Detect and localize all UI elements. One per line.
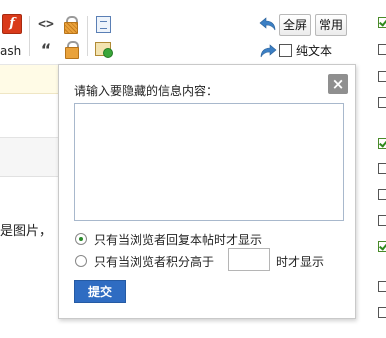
reply-required-label: 只有当浏览者回复本帖时才显示 [94,233,263,247]
code-icon[interactable]: <> [37,15,55,33]
submit-button[interactable]: 提交 [74,280,126,303]
option-checkbox[interactable] [378,97,386,108]
points-required-suffix: 时才显示 [276,255,325,269]
hidden-content-input[interactable] [74,103,344,221]
hide-content-dialog: 请输入要隐藏的信息内容： × 只有当浏览者回复本帖时才显示 只有当浏览者积分高于… [58,64,356,319]
undo-arrow-icon[interactable] [259,17,277,31]
points-threshold-input[interactable] [228,248,270,271]
option-checkbox[interactable] [378,44,386,55]
reply-required-radio[interactable] [75,233,87,245]
editor-screen: f ash <> “ 全屏 常用 纯文本 是图片， 请输入要隐藏的信息内容： ×… [0,0,386,338]
dialog-title: 请输入要隐藏的信息内容： [74,84,219,98]
toolbar-divider [29,16,30,56]
quote-icon[interactable]: “ [37,40,55,59]
plain-text-label: 纯文本 [296,44,333,58]
close-button[interactable]: × [328,74,348,94]
option-checkbox[interactable] [378,138,386,149]
flash-button[interactable]: f [0,14,22,36]
hide-content-icon[interactable] [62,15,80,34]
redo-arrow-icon[interactable] [259,44,277,58]
option-checkbox[interactable] [378,189,386,200]
flash-label: ash [0,44,22,58]
fullscreen-button[interactable]: 全屏 [279,14,312,36]
option-checkbox[interactable] [378,163,386,174]
close-icon: × [331,75,345,93]
pay-to-view-icon[interactable] [62,40,80,59]
points-required-radio[interactable] [75,255,87,267]
common-mode-button[interactable]: 常用 [315,14,348,36]
option-checkbox[interactable] [378,241,386,252]
right-option-checkboxes [374,0,386,338]
points-required-label: 只有当浏览者积分高于 [94,255,215,269]
editor-body-text: 是图片， [0,224,53,239]
document-icon[interactable] [94,15,112,33]
option-checkbox[interactable] [378,307,386,318]
plain-text-checkbox[interactable] [279,44,292,57]
flash-icon: f [2,14,22,34]
toolbar-divider [87,16,88,56]
option-checkbox[interactable] [378,17,386,28]
option-checkbox[interactable] [378,215,386,226]
option-checkbox[interactable] [378,281,386,292]
image-icon[interactable] [94,40,113,58]
option-checkbox[interactable] [378,71,386,82]
